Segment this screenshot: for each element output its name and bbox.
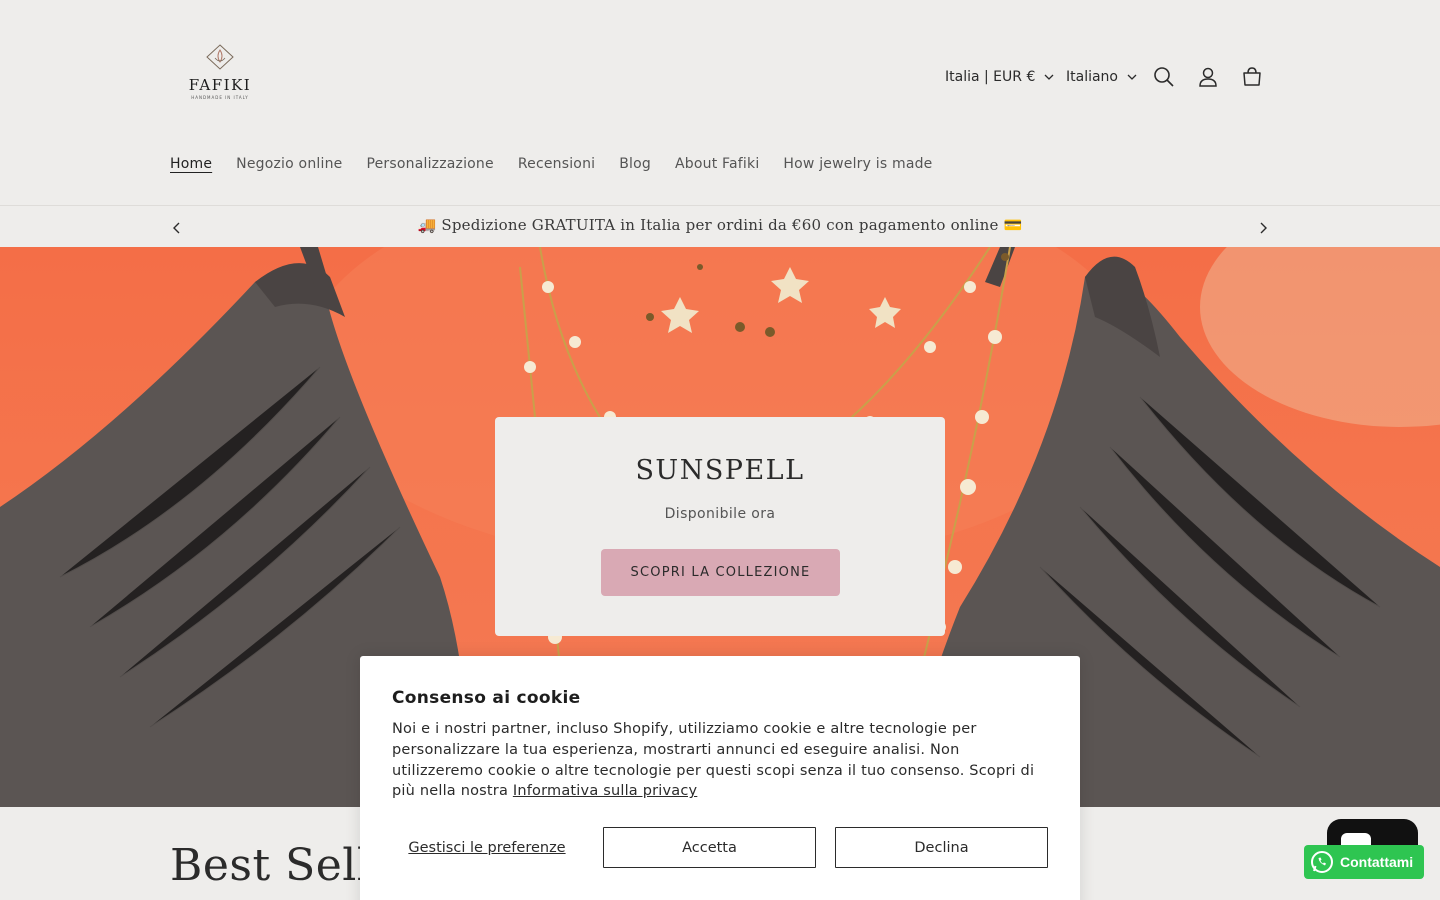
cookie-body-text: Noi e i nostri partner, incluso Shopify,…: [392, 721, 1035, 800]
announcement-text: 🚚 Spedizione GRATUITA in Italia per ordi…: [417, 216, 1023, 234]
search-button[interactable]: [1149, 62, 1179, 92]
language-selector[interactable]: Italiano: [1066, 60, 1137, 94]
country-currency-label: Italia | EUR €: [945, 69, 1036, 85]
cookie-consent-dialog: Consenso ai cookie Noi e i nostri partne…: [360, 656, 1080, 900]
logo-emblem-icon: [206, 44, 234, 70]
main-navigation: Home Negozio online Personalizzazione Re…: [158, 150, 945, 178]
hero-title: SUNSPELL: [635, 455, 805, 486]
brand-logo[interactable]: FAFIKI HANDMADE IN ITALY: [180, 42, 260, 104]
announcement-bar: 🚚 Spedizione GRATUITA in Italia per ordi…: [0, 205, 1440, 247]
site-header: FAFIKI HANDMADE IN ITALY Italia | EUR € …: [0, 0, 1440, 247]
account-button[interactable]: [1193, 62, 1223, 92]
decline-button[interactable]: Declina: [835, 827, 1048, 868]
chevron-down-icon: [1127, 74, 1137, 80]
nav-item-home[interactable]: Home: [158, 150, 224, 178]
nav-item-blog[interactable]: Blog: [607, 150, 663, 178]
nav-item-about-fafiki[interactable]: About Fafiki: [663, 150, 771, 178]
hero-subtitle: Disponibile ora: [664, 506, 776, 522]
cart-button[interactable]: [1237, 62, 1267, 92]
whatsapp-contact-button[interactable]: Contattami: [1304, 845, 1424, 879]
nav-item-negozio-online[interactable]: Negozio online: [224, 150, 354, 178]
nav-item-personalizzazione[interactable]: Personalizzazione: [354, 150, 505, 178]
accept-button[interactable]: Accetta: [603, 827, 816, 868]
privacy-policy-link[interactable]: Informativa sulla privacy: [513, 783, 697, 799]
cookie-description: Noi e i nostri partner, incluso Shopify,…: [392, 719, 1052, 802]
manage-preferences-button[interactable]: Gestisci le preferenze: [392, 827, 582, 868]
account-icon: [1199, 67, 1217, 87]
nav-item-how-jewelry-is-made[interactable]: How jewelry is made: [771, 150, 944, 178]
whatsapp-label: Contattami: [1340, 854, 1414, 870]
shop-collection-button[interactable]: SCOPRI LA COLLEZIONE: [601, 549, 840, 596]
announcement-next-button[interactable]: [1253, 218, 1273, 238]
hero-content-card: SUNSPELL Disponibile ora SCOPRI LA COLLE…: [495, 417, 945, 636]
whatsapp-icon: [1311, 851, 1333, 873]
logo-tagline: HANDMADE IN ITALY: [191, 95, 249, 100]
search-icon: [1154, 67, 1174, 87]
cookie-title: Consenso ai cookie: [392, 688, 581, 708]
logo-wordmark: FAFIKI: [188, 76, 252, 94]
chevron-down-icon: [1044, 74, 1054, 80]
chevron-right-icon: [1260, 222, 1267, 234]
nav-item-recensioni[interactable]: Recensioni: [506, 150, 607, 178]
country-currency-selector[interactable]: Italia | EUR €: [945, 60, 1054, 94]
language-label: Italiano: [1066, 69, 1118, 85]
cart-icon: [1243, 67, 1261, 86]
